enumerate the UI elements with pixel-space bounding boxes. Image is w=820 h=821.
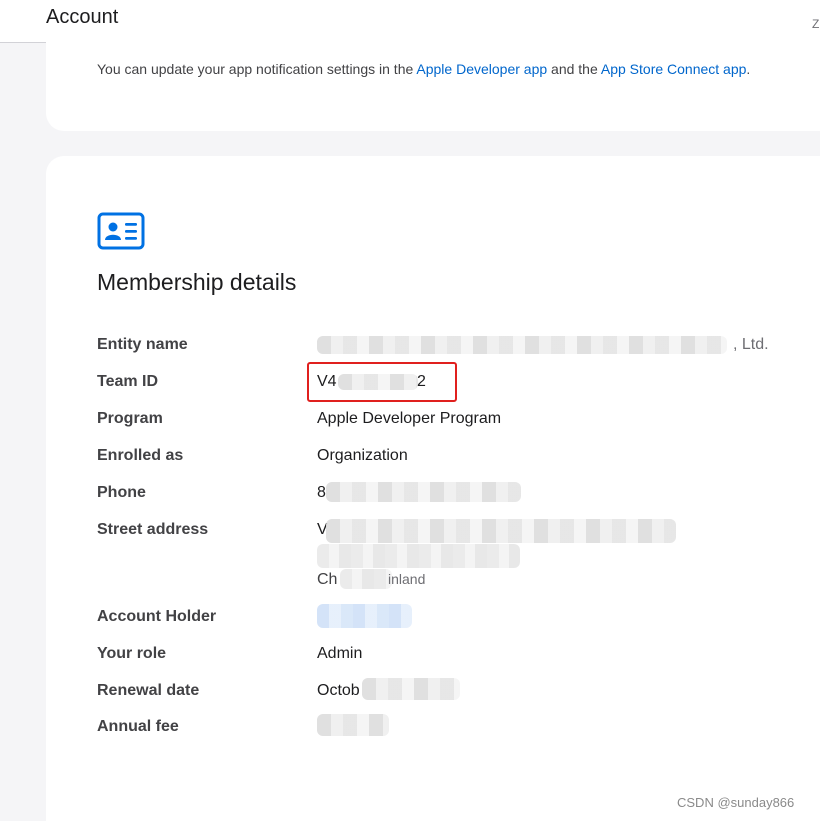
renewal-date-label: Renewal date — [97, 682, 200, 699]
notification-settings-text: You can update your app notification set… — [97, 61, 750, 77]
membership-details-title: Membership details — [97, 269, 297, 295]
street-address-line1-redacted — [326, 519, 676, 543]
program-value: Apple Developer Program — [317, 410, 502, 427]
csdn-watermark: CSDN @sunday866 — [677, 795, 795, 810]
apple-developer-app-link[interactable]: Apple Developer app — [416, 61, 547, 77]
entity-name-label: Entity name — [97, 336, 188, 353]
page-title: Account — [46, 6, 119, 28]
team-id-label: Team ID — [97, 373, 159, 390]
street-address-line3-end: inland — [388, 571, 426, 587]
enrolled-as-value: Organization — [317, 447, 408, 464]
your-role-value: Admin — [317, 645, 363, 662]
street-address-line3-redacted — [340, 569, 392, 589]
annual-fee-label: Annual fee — [97, 718, 179, 735]
renewal-date-value-start: Octob — [317, 682, 360, 699]
renewal-date-redacted — [362, 678, 460, 700]
account-holder-label: Account Holder — [97, 608, 217, 625]
street-address-line2-redacted — [317, 544, 520, 568]
app-store-connect-app-link[interactable]: App Store Connect app — [601, 61, 747, 77]
program-label: Program — [97, 410, 163, 427]
team-id-highlight-box — [307, 362, 457, 402]
enrolled-as-label: Enrolled as — [97, 447, 184, 464]
notification-settings-card — [46, 30, 820, 131]
account-holder-redacted-link[interactable] — [317, 604, 412, 628]
header-corner-text: Z — [812, 17, 820, 31]
entity-name-redacted — [317, 336, 727, 354]
street-address-label: Street address — [97, 521, 209, 538]
street-address-line3-start: Ch — [317, 571, 338, 588]
notification-prefix: You can update your app notification set… — [97, 61, 417, 77]
notification-suffix: . — [746, 61, 751, 77]
phone-redacted — [326, 482, 521, 502]
annual-fee-redacted — [317, 714, 389, 736]
notification-middle: and the — [547, 61, 601, 77]
entity-name-value: , Ltd. — [733, 336, 769, 353]
your-role-label: Your role — [97, 645, 167, 662]
id-card-icon — [97, 212, 145, 250]
phone-label: Phone — [97, 484, 146, 501]
phone-value-start: 8 — [317, 484, 326, 501]
